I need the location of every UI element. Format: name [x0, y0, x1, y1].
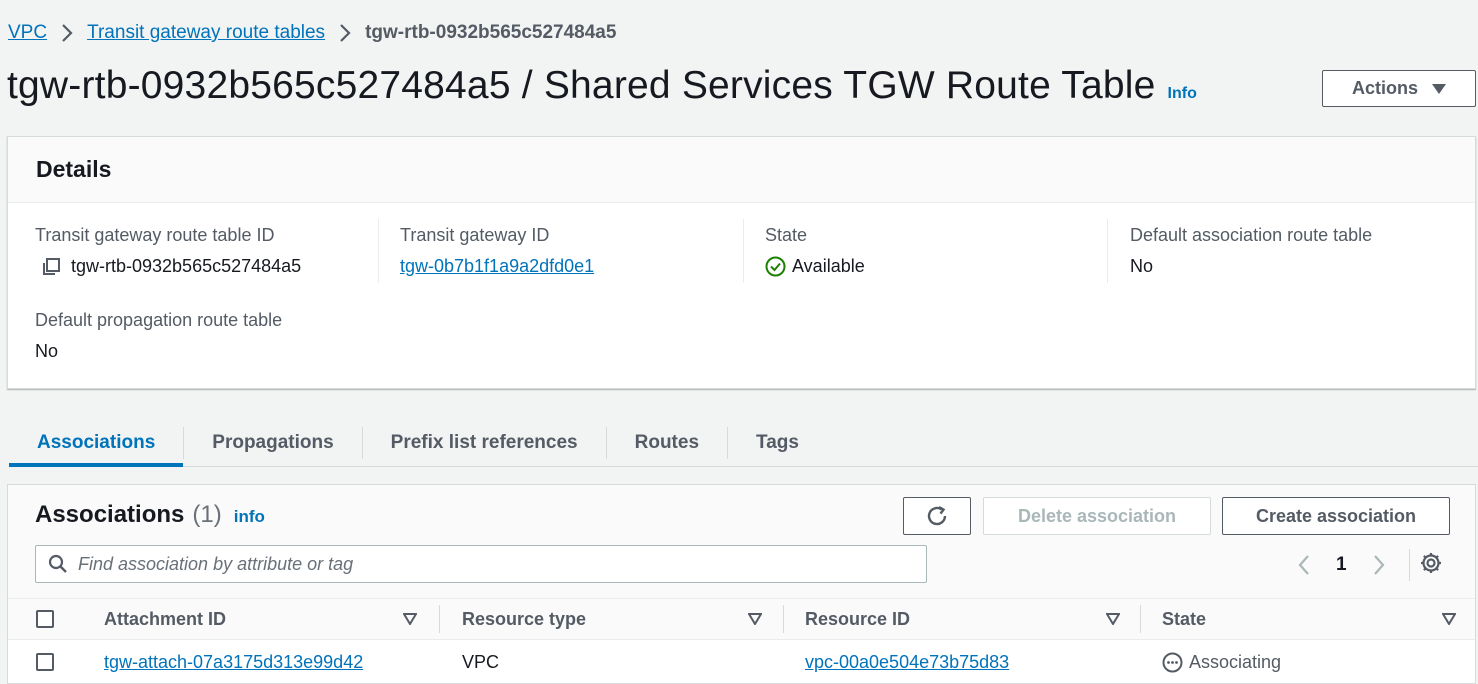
field-label: Default propagation route table: [35, 310, 283, 330]
column-divider[interactable]: [1140, 605, 1141, 633]
breadcrumb-transit-gateway-route-tables[interactable]: Transit gateway route tables: [87, 22, 325, 44]
field-transit-gateway-id: Transit gateway ID tgw-0b7b1f1a9a2dfd0e1: [400, 225, 594, 277]
breadcrumb-current: tgw-rtb-0932b565c527484a5: [365, 22, 617, 43]
field-label: Transit gateway route table ID: [35, 225, 275, 245]
divider: [743, 219, 744, 283]
copy-icon[interactable]: [41, 257, 61, 277]
column-state[interactable]: State: [1162, 599, 1206, 639]
field-default-propagation: Default propagation route table No: [35, 310, 282, 362]
check-circle-icon: [765, 256, 786, 277]
cell-attachment-id: tgw-attach-07a3175d313e99d42: [104, 640, 363, 684]
page-number[interactable]: 1: [1322, 554, 1361, 576]
field-label: Default association route table: [1130, 225, 1373, 245]
column-label: State: [1162, 608, 1207, 629]
chevron-right-icon[interactable]: [1361, 554, 1397, 576]
details-panel: Details Transit gateway route table ID t…: [7, 136, 1476, 389]
breadcrumb: VPC Transit gateway route tables tgw-rtb…: [8, 20, 616, 46]
chevron-left-icon[interactable]: [1286, 554, 1322, 576]
attachment-id-link[interactable]: tgw-attach-07a3175d313e99d42: [104, 652, 363, 673]
sort-caret-icon[interactable]: [748, 599, 762, 639]
actions-label: Actions: [1351, 78, 1418, 98]
associations-title: Associations: [35, 501, 185, 528]
row-checkbox[interactable]: [36, 653, 54, 671]
search-field[interactable]: [35, 545, 927, 583]
tab-propagations[interactable]: Propagations: [184, 420, 361, 465]
actions-button[interactable]: Actions: [1322, 70, 1476, 107]
page-title: tgw-rtb-0932b565c527484a5 / Shared Servi…: [7, 64, 1156, 107]
tab-bar: Associations Propagations Prefix list re…: [9, 420, 1478, 467]
column-attachment-id[interactable]: Attachment ID: [104, 599, 226, 639]
state-associating: Associating: [1189, 651, 1282, 672]
field-state: State Available: [765, 225, 865, 277]
tab-associations[interactable]: Associations: [9, 420, 184, 467]
column-resource-type[interactable]: Resource type: [462, 599, 586, 639]
divider: [378, 219, 379, 283]
page-header: tgw-rtb-0932b565c527484a5 / Shared Servi…: [7, 64, 1197, 108]
column-divider[interactable]: [439, 605, 440, 633]
breadcrumb-vpc[interactable]: VPC: [8, 22, 47, 44]
refresh-button[interactable]: [903, 497, 971, 535]
column-label: Attachment ID: [104, 608, 227, 629]
row-select-cell: [36, 640, 54, 684]
search-icon: [48, 554, 68, 574]
info-link[interactable]: info: [234, 507, 265, 527]
ellipsis-circle-icon: [1162, 652, 1183, 673]
sort-caret-icon[interactable]: [1442, 599, 1456, 639]
select-all-cell: [36, 599, 54, 639]
cell-state: Associating: [1162, 640, 1281, 684]
field-default-association: Default association route table No: [1130, 225, 1372, 277]
field-value: No: [35, 341, 59, 361]
create-association-button[interactable]: Create association: [1222, 497, 1450, 535]
caret-down-icon: [1432, 83, 1446, 94]
field-label: Transit gateway ID: [400, 225, 550, 245]
sort-caret-icon[interactable]: [1106, 599, 1120, 639]
column-label: Resource type: [462, 608, 587, 629]
delete-association-button[interactable]: Delete association: [983, 497, 1211, 535]
details-heading: Details: [8, 137, 1475, 203]
field-value: No: [1130, 256, 1154, 276]
chevron-right-icon: [339, 23, 351, 43]
state-available: Available: [792, 256, 865, 276]
associations-panel: Associations (1) info Delete association…: [7, 484, 1476, 684]
pagination: 1: [1286, 547, 1410, 583]
associations-count: (1): [192, 501, 222, 528]
tab-tags[interactable]: Tags: [728, 420, 827, 465]
transit-gateway-link[interactable]: tgw-0b7b1f1a9a2dfd0e1: [400, 256, 594, 277]
sort-caret-icon[interactable]: [403, 599, 417, 639]
search-input[interactable]: [78, 553, 878, 575]
column-label: Resource ID: [805, 608, 911, 629]
table-header: Attachment ID Resource type Resource ID …: [8, 598, 1475, 640]
chevron-right-icon: [61, 23, 73, 43]
select-all-checkbox[interactable]: [36, 610, 54, 628]
field-value: tgw-rtb-0932b565c527484a5: [71, 256, 302, 276]
tab-prefix-list-references[interactable]: Prefix list references: [363, 420, 606, 465]
divider: [1408, 549, 1410, 581]
refresh-icon: [925, 504, 949, 528]
cell-resource-id: vpc-00a0e504e73b75d83: [805, 640, 1009, 684]
resource-id-link[interactable]: vpc-00a0e504e73b75d83: [805, 652, 1009, 673]
column-divider[interactable]: [783, 605, 784, 633]
field-route-table-id: Transit gateway route table ID tgw-rtb-0…: [35, 225, 301, 277]
table-row[interactable]: tgw-attach-07a3175d313e99d42 VPC vpc-00a…: [8, 640, 1475, 684]
associations-heading: Associations (1) info: [35, 501, 265, 529]
settings-gear-icon[interactable]: [1419, 551, 1443, 580]
column-resource-id[interactable]: Resource ID: [805, 599, 910, 639]
cell-resource-type: VPC: [462, 651, 500, 672]
field-label: State: [765, 225, 808, 245]
tab-routes[interactable]: Routes: [607, 420, 727, 465]
divider: [1107, 219, 1108, 283]
info-link[interactable]: Info: [1168, 85, 1197, 103]
